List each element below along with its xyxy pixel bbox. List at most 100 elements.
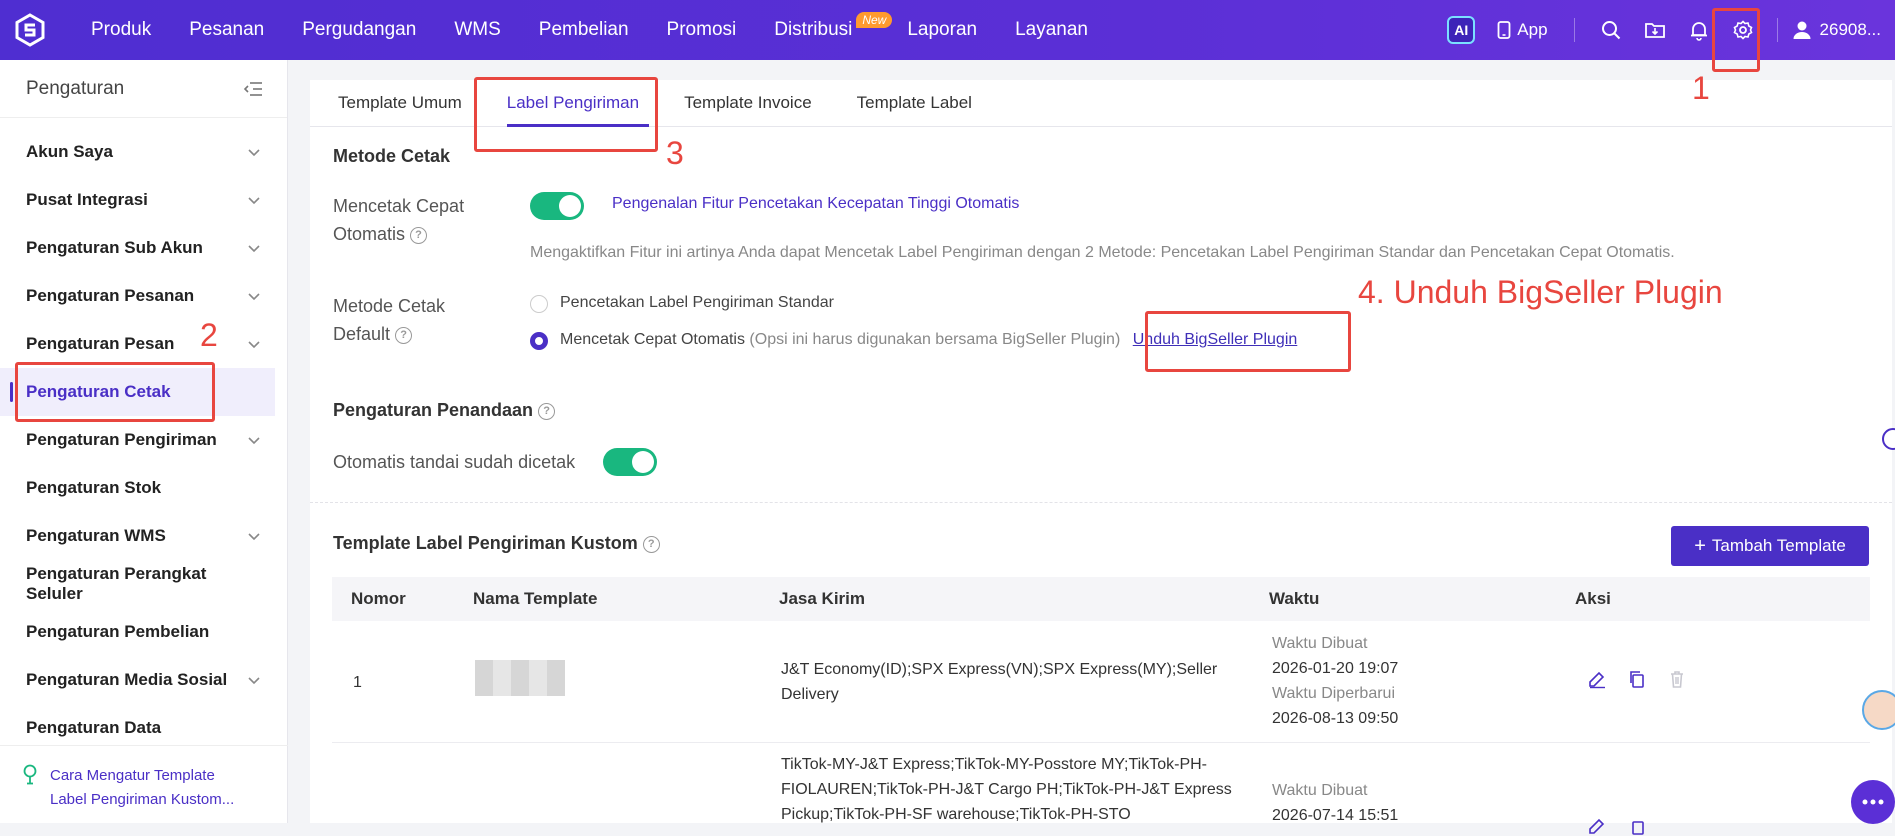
row1-updated-label: Waktu Diperbarui <box>1272 685 1396 702</box>
col-waktu: Waktu <box>1269 589 1320 608</box>
annotation-box-label-tab <box>474 77 658 152</box>
help-question-icon[interactable]: ? <box>395 326 413 344</box>
new-badge: New <box>856 12 893 28</box>
bell-icon[interactable] <box>1687 18 1711 42</box>
radio-fast-print[interactable] <box>530 332 548 350</box>
app-button[interactable]: App <box>1497 20 1548 40</box>
fast-print-label-2: Otomatis ? <box>333 220 464 248</box>
sidebar-item-label: Pengaturan Pengiriman <box>26 430 217 449</box>
support-avatar[interactable] <box>1862 690 1895 730</box>
add-template-button[interactable]: + Tambah Template <box>1671 526 1869 566</box>
radio-standard-print[interactable] <box>530 295 548 313</box>
help-link[interactable]: Cara Mengatur Template Label Pengiriman … <box>50 764 234 808</box>
tab-template-umum[interactable]: Template Umum <box>328 80 487 126</box>
sidebar-item-label: Pengaturan Pesan <box>26 334 175 353</box>
sidebar-item-label: Pengaturan Stok <box>26 478 162 497</box>
sidebar-item-pengaturan-pengiriman[interactable]: Pengaturan Pengiriman <box>0 416 287 464</box>
edit-icon[interactable] <box>1587 816 1607 836</box>
sidebar-item-label: Akun Saya <box>26 142 113 161</box>
nav-laporan[interactable]: Laporan <box>888 0 996 60</box>
chevron-down-icon[interactable] <box>247 193 261 207</box>
plus-icon: + <box>1694 535 1706 557</box>
section-divider <box>310 502 1892 503</box>
ai-button[interactable]: AI <box>1447 16 1476 44</box>
auto-mark-label: Otomatis tandai sudah dicetak <box>333 452 576 472</box>
col-nama-template: Nama Template <box>473 589 598 608</box>
sidebar-item-akun-saya[interactable]: Akun Saya <box>0 128 287 176</box>
annotation-step-1: 1 <box>1692 70 1710 106</box>
nav-distribusi[interactable]: Distribusi New <box>755 0 893 60</box>
user-menu[interactable]: 26908... <box>1792 20 1881 40</box>
sidebar-item-pusat-integrasi[interactable]: Pusat Integrasi <box>0 176 287 224</box>
nav-pergudangan[interactable]: Pergudangan <box>283 0 435 60</box>
chevron-down-icon[interactable] <box>247 529 261 543</box>
sidebar-item-pengaturan-pesan[interactable]: Pengaturan Pesan <box>0 320 287 368</box>
default-method-label-1: Metode Cetak <box>333 296 446 316</box>
sidebar-item-pengaturan-stok[interactable]: Pengaturan Stok <box>0 464 287 512</box>
auto-mark-toggle[interactable] <box>603 448 657 476</box>
help-question-icon[interactable]: ? <box>538 402 556 420</box>
option-fast-label[interactable]: Mencetak Cepat Otomatis <box>560 331 745 348</box>
col-jasa-kirim: Jasa Kirim <box>779 589 865 608</box>
row1-template-name-redacted[interactable] <box>475 660 565 696</box>
sidebar-title: Pengaturan <box>26 77 125 99</box>
collapse-menu-icon[interactable] <box>243 81 263 97</box>
row2-jasa-kirim: TikTok-MY-J&T Express;TikTok-MY-Posstore… <box>781 756 1232 823</box>
chevron-down-icon[interactable] <box>247 673 261 687</box>
bigseller-logo[interactable] <box>0 0 60 60</box>
annotation-box-plugin-link <box>1145 311 1351 372</box>
row1-created-label: Waktu Dibuat <box>1272 635 1368 652</box>
main-nav: Produk Pesanan Pergudangan WMS Pembelian… <box>72 0 1107 60</box>
toolbar-divider <box>1776 18 1778 42</box>
nav-layanan[interactable]: Layanan <box>996 0 1107 60</box>
annotation-step-2: 2 <box>200 317 218 353</box>
row2-created-time: 2026-07-14 15:51 <box>1272 807 1399 824</box>
fast-print-intro-link[interactable]: Pengenalan Fitur Pencetakan Kecepatan Ti… <box>612 195 1019 213</box>
tab-template-invoice[interactable]: Template Invoice <box>674 80 837 126</box>
chevron-down-icon[interactable] <box>247 337 261 351</box>
row1-jasa-kirim: J&T Economy(ID);SPX Express(VN);SPX Expr… <box>781 661 1218 703</box>
fast-print-toggle[interactable] <box>530 192 584 220</box>
nav-distribusi-label: Distribusi <box>774 19 853 40</box>
settings-sidebar: Pengaturan Akun Saya Pusat Integrasi Penga… <box>0 60 288 823</box>
nav-promosi[interactable]: Promosi <box>648 0 756 60</box>
nav-pembelian[interactable]: Pembelian <box>520 0 648 60</box>
sidebar-item-pengaturan-media-sosial[interactable]: Pengaturan Media Sosial <box>0 656 287 704</box>
sidebar-item-label: Pengaturan Media Sosial <box>26 670 228 689</box>
col-aksi: Aksi <box>1575 589 1611 608</box>
nav-produk[interactable]: Produk <box>72 0 170 60</box>
folder-download-icon[interactable] <box>1643 18 1667 42</box>
nav-wms[interactable]: WMS <box>435 0 519 60</box>
delete-icon[interactable] <box>1667 669 1687 689</box>
chevron-down-icon[interactable] <box>247 289 261 303</box>
sidebar-item-pengaturan-perangkat-seluler[interactable]: Pengaturan Perangkat Seluler <box>0 560 287 608</box>
chevron-down-icon[interactable] <box>247 241 261 255</box>
help-question-icon[interactable]: ? <box>642 535 660 553</box>
copy-icon[interactable] <box>1627 816 1647 836</box>
help-tip[interactable]: Cara Mengatur Template Label Pengiriman … <box>0 745 288 823</box>
sidebar-item-pengaturan-pembelian[interactable]: Pengaturan Pembelian <box>0 608 287 656</box>
chat-bubble-icon[interactable] <box>1851 780 1895 824</box>
search-icon[interactable] <box>1599 18 1623 42</box>
toolbar-divider <box>1573 18 1575 42</box>
print-method-title: Metode Cetak <box>333 146 451 166</box>
logo-icon <box>15 13 45 47</box>
tab-template-label[interactable]: Template Label <box>847 80 997 126</box>
nav-pesanan[interactable]: Pesanan <box>170 0 283 60</box>
topbar-tools: AI App 26908... <box>1447 0 1895 60</box>
edit-icon[interactable] <box>1587 669 1607 689</box>
copy-icon[interactable] <box>1627 669 1647 689</box>
annotation-box-settings <box>1712 8 1760 72</box>
sidebar-item-pengaturan-wms[interactable]: Pengaturan WMS <box>0 512 287 560</box>
chevron-down-icon[interactable] <box>247 433 261 447</box>
option-standard-label[interactable]: Pencetakan Label Pengiriman Standar <box>560 294 834 312</box>
sidebar-item-label: Pengaturan WMS <box>26 526 166 545</box>
fast-print-label: Mencetak Cepat Otomatis ? <box>333 192 464 248</box>
chevron-down-icon[interactable] <box>247 145 261 159</box>
add-template-label: Tambah Template <box>1711 536 1846 555</box>
template-table-header: Nomor Nama Template Jasa Kirim Waktu Aks… <box>332 577 1870 621</box>
sidebar-item-pengaturan-sub-akun[interactable]: Pengaturan Sub Akun <box>0 224 287 272</box>
help-question-icon[interactable]: ? <box>410 226 428 244</box>
sidebar-item-pengaturan-pesanan[interactable]: Pengaturan Pesanan <box>0 272 287 320</box>
app-label: App <box>1517 20 1548 39</box>
